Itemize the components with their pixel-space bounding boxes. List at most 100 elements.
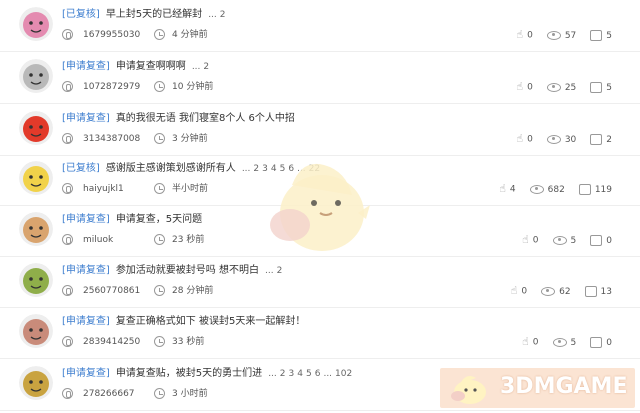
like-count: 0 bbox=[527, 30, 533, 41]
like-count: 0 bbox=[527, 82, 533, 93]
user-avatar[interactable] bbox=[19, 314, 53, 348]
thread-category-tag[interactable]: [申请复查] bbox=[62, 113, 110, 124]
thread-row[interactable]: [申请复查] 复查正确格式如下 被误封5天来一起解封！ 2839414250 33 秒… bbox=[0, 307, 640, 359]
thread-pagination: ... 2 3 4 5 6... 22 bbox=[242, 164, 323, 174]
thread-author[interactable]: 1072872979 bbox=[83, 82, 140, 92]
view-stat: 25 bbox=[546, 80, 577, 96]
clock-icon bbox=[154, 133, 165, 144]
thread-stats: ☝ 0 5 0 bbox=[508, 334, 612, 350]
author-icon bbox=[62, 285, 73, 296]
pagination-page-link[interactable]: 102 bbox=[335, 369, 352, 379]
thread-time: 4 分钟前 bbox=[172, 30, 208, 40]
view-count: 682 bbox=[547, 184, 565, 195]
view-count: 5 bbox=[570, 337, 577, 348]
thread-category-tag[interactable]: [已复核] bbox=[62, 9, 100, 20]
thread-meta: 1072872979 10 分钟前 bbox=[62, 79, 213, 95]
clock-icon bbox=[154, 285, 165, 296]
user-avatar[interactable] bbox=[19, 212, 53, 246]
thread-meta: miluok 23 秒前 bbox=[62, 232, 204, 248]
like-stat[interactable]: ☝ 0 bbox=[516, 79, 532, 96]
thread-category-tag[interactable]: [已复核] bbox=[62, 163, 100, 174]
view-count: 57 bbox=[564, 30, 577, 41]
comment-icon bbox=[584, 285, 597, 297]
reply-stat: 2 bbox=[590, 132, 612, 148]
thread-author[interactable]: 3134387008 bbox=[83, 134, 140, 144]
thread-row[interactable]: [申请复查] 申请复查，5天问题 miluok 23 秒前 ☝ 0 5 0 bbox=[0, 205, 640, 257]
pagination-page-link[interactable]: 3 bbox=[289, 369, 295, 379]
pagination-page-link[interactable]: 2 bbox=[203, 62, 209, 72]
pagination-ellipsis: ... bbox=[208, 10, 217, 20]
user-avatar[interactable] bbox=[19, 263, 53, 297]
thread-row[interactable]: [申请复查] 参加活动就要被封号吗 想不明白... 2 2560770861 28 分钟… bbox=[0, 256, 640, 308]
clock-icon bbox=[154, 336, 165, 347]
thread-category-tag[interactable]: [申请复查] bbox=[62, 214, 110, 225]
pagination-page-link[interactable]: 2 bbox=[277, 266, 283, 276]
pagination-page-link[interactable]: 5 bbox=[280, 164, 286, 174]
like-stat[interactable]: ☝ 0 bbox=[522, 334, 538, 351]
thread-row[interactable]: [申请复查] 真的我很无语 我们寝室8个人 6个人中招 3134387008 3 分钟… bbox=[0, 104, 640, 156]
thread-title-link[interactable]: 参加活动就要被封号吗 想不明白 bbox=[116, 265, 259, 276]
thread-row[interactable]: [已复核] 感谢版主感谢策划感谢所有人... 2 3 4 5 6... 22 haiyujkl1… bbox=[0, 154, 640, 206]
thread-time: 33 秒前 bbox=[172, 337, 205, 347]
thread-meta: 2839414250 33 秒前 bbox=[62, 334, 204, 350]
thread-title-link[interactable]: 申请复查贴，被封5天的勇士们进 bbox=[116, 368, 262, 379]
pagination-page-link[interactable]: 2 bbox=[280, 369, 286, 379]
pagination-page-link[interactable]: 5 bbox=[306, 369, 312, 379]
thread-title-link[interactable]: 申请复查啊啊啊 bbox=[116, 61, 186, 72]
thread-title-line: [申请复查] 申请复查贴，被封5天的勇士们进 ... 2 3 4 5 6... 102 bbox=[62, 365, 355, 383]
thread-category-tag[interactable]: [申请复查] bbox=[62, 61, 110, 72]
thread-author[interactable]: haiyujkl1 bbox=[83, 184, 124, 194]
pagination-page-link[interactable]: 22 bbox=[309, 164, 320, 174]
thread-meta: 1679955030 4 分钟前 bbox=[62, 27, 208, 43]
pagination-page-link[interactable]: 2 bbox=[220, 10, 226, 20]
pagination-page-link[interactable]: 4 bbox=[271, 164, 277, 174]
pagination-page-link[interactable]: 6 bbox=[315, 369, 321, 379]
thread-author[interactable]: 278266667 bbox=[83, 389, 135, 399]
like-stat[interactable]: ☝ 0 bbox=[516, 27, 532, 44]
thread-title-line: [申请复查] 申请复查啊啊啊... 2 bbox=[62, 58, 212, 76]
user-avatar[interactable] bbox=[19, 7, 53, 41]
like-stat[interactable]: ☝ 0 bbox=[511, 283, 527, 300]
thread-row[interactable]: [已复核] 早上封5天的已经解封... 2 1679955030 4 分钟前 ☝ 0 57 5 bbox=[0, 0, 640, 52]
user-avatar[interactable] bbox=[19, 366, 53, 400]
thread-pagination: ... 2 bbox=[265, 266, 285, 276]
thread-category-tag[interactable]: [申请复查] bbox=[62, 368, 110, 379]
thread-stats: ☝ 0 5 0 bbox=[508, 232, 612, 248]
reply-stat: 5 bbox=[590, 80, 612, 96]
thread-title-link[interactable]: 早上封5天的已经解封 bbox=[106, 9, 202, 20]
like-stat[interactable]: ☝ 0 bbox=[516, 131, 532, 148]
like-stat[interactable]: ☝ 4 bbox=[499, 181, 515, 198]
pagination-ellipsis: ... bbox=[265, 266, 274, 276]
thread-author[interactable]: 2560770861 bbox=[83, 286, 140, 296]
pagination-page-link[interactable]: 3 bbox=[262, 164, 268, 174]
pagination-ellipsis: ... bbox=[241, 164, 251, 174]
thread-title-link[interactable]: 申请复查，5天问题 bbox=[116, 214, 202, 225]
like-stat[interactable]: ☝ 0 bbox=[522, 232, 538, 249]
pagination-page-link[interactable]: 6 bbox=[288, 164, 294, 174]
user-avatar[interactable] bbox=[19, 111, 53, 145]
thread-row[interactable]: [申请复查] 申请复查啊啊啊... 2 1072872979 10 分钟前 ☝ 0 25 5 bbox=[0, 52, 640, 104]
author-icon bbox=[62, 183, 73, 194]
author-icon bbox=[62, 388, 73, 399]
thread-author[interactable]: miluok bbox=[83, 235, 113, 245]
user-avatar[interactable] bbox=[19, 59, 53, 93]
thread-meta: 278266667 3 小时前 bbox=[62, 386, 208, 402]
thread-pagination: ... 2 3 4 5 6... 102 bbox=[268, 369, 355, 379]
thread-author[interactable]: 2839414250 bbox=[83, 337, 140, 347]
thread-title-link[interactable]: 复查正确格式如下 被误封5天来一起解封！ bbox=[116, 316, 306, 327]
pagination-page-link[interactable]: 4 bbox=[297, 369, 303, 379]
thumbs-up-icon: ☝ bbox=[510, 284, 518, 297]
site-watermark: 3DMGAME bbox=[440, 368, 635, 408]
view-stat: 30 bbox=[546, 132, 576, 148]
pagination-ellipsis: ... bbox=[191, 62, 201, 72]
user-avatar[interactable] bbox=[19, 161, 53, 195]
eye-icon bbox=[552, 235, 567, 245]
thread-category-tag[interactable]: [申请复查] bbox=[62, 316, 110, 327]
thread-title-line: [申请复查] 真的我很无语 我们寝室8个人 6个人中招 bbox=[62, 110, 295, 128]
thread-category-tag[interactable]: [申请复查] bbox=[62, 265, 110, 276]
thread-author[interactable]: 1679955030 bbox=[83, 30, 140, 40]
thread-title-link[interactable]: 感谢版主感谢策划感谢所有人 bbox=[106, 163, 236, 174]
pagination-page-link[interactable]: 2 bbox=[253, 164, 259, 174]
thread-title-link[interactable]: 真的我很无语 我们寝室8个人 6个人中招 bbox=[116, 113, 295, 124]
view-count: 25 bbox=[564, 82, 577, 93]
